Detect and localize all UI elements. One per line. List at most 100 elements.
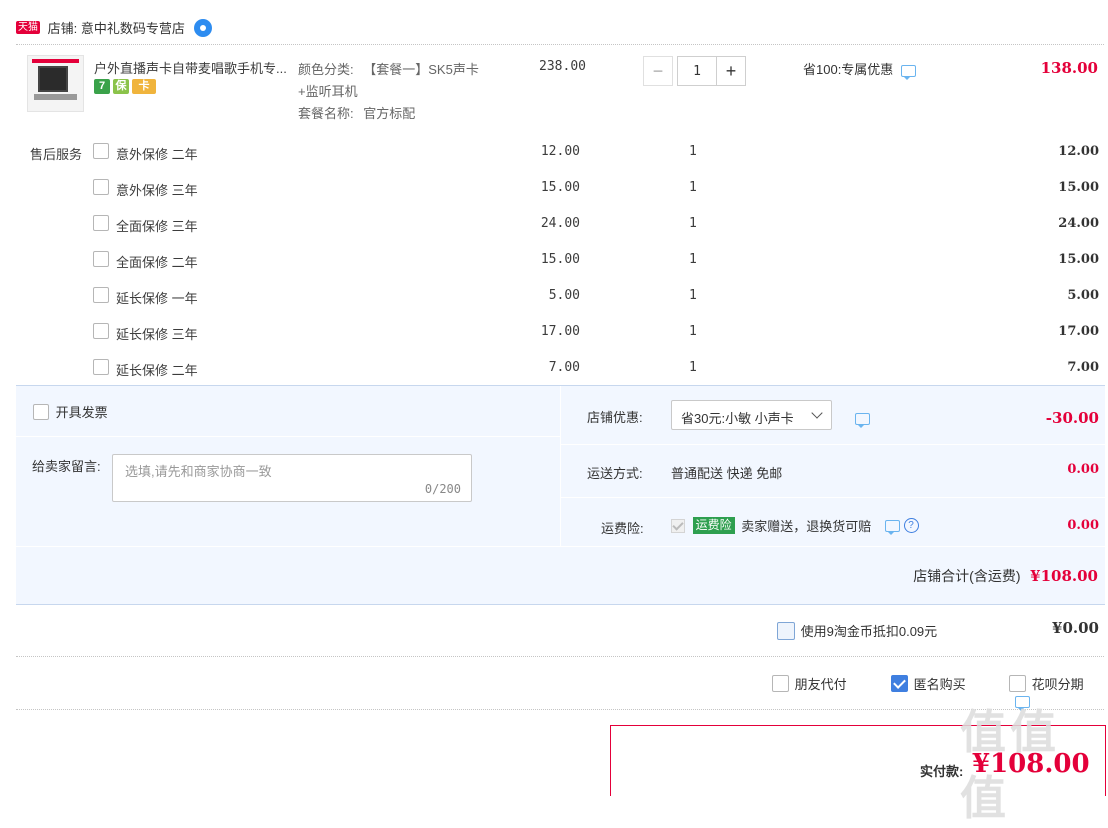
shop-discount-label: 店铺优惠:	[587, 410, 643, 425]
sku-package: 套餐名称: 官方标配	[298, 103, 415, 122]
service-row: 意外保修 三年 15.00 1 15.00	[0, 170, 1108, 206]
anonymous-checkbox[interactable]	[891, 675, 908, 692]
service-checkbox[interactable]	[93, 287, 109, 303]
friend-pay-label: 朋友代付	[794, 677, 847, 692]
sku-color: 颜色分类: 【套餐一】SK5声卡	[298, 59, 479, 78]
invoice-label: 开具发票	[55, 405, 108, 420]
freight-insurance-tag: 运费险	[692, 517, 735, 534]
discount-comment-icon[interactable]	[901, 64, 917, 80]
payment-label: 实付款:	[920, 764, 964, 779]
unit-price: 238.00	[539, 59, 586, 74]
tmall-badge: 天猫	[16, 21, 40, 34]
service-total: 7.00	[1067, 360, 1099, 375]
service-label: 意外保修 二年	[116, 147, 198, 162]
service-row: 延长保修 二年 7.00 1 7.00	[0, 350, 1108, 386]
service-checkbox[interactable]	[93, 143, 109, 159]
message-placeholder: 选填,请先和商家协商一致	[125, 464, 272, 479]
discount-text: 省100:专属优惠	[803, 62, 894, 77]
service-total: 15.00	[1058, 180, 1099, 195]
taobao-coin-label: 使用9淘金币抵扣0.09元	[800, 624, 938, 639]
shop-discount-comment-icon[interactable]	[855, 412, 870, 428]
divider	[16, 709, 1104, 710]
service-checkbox[interactable]	[93, 359, 109, 375]
shipping-label: 运送方式:	[587, 466, 643, 481]
wangwang-chat-icon[interactable]	[194, 18, 213, 37]
divider	[16, 44, 1104, 45]
invoice-option: 开具发票	[33, 402, 108, 421]
freight-insurance-checkbox	[671, 518, 685, 533]
help-icon[interactable]: ?	[903, 518, 919, 533]
product-discount: 省100:专属优惠	[803, 59, 917, 80]
service-checkbox[interactable]	[93, 323, 109, 339]
service-qty: 1	[689, 360, 697, 375]
service-total: 24.00	[1058, 216, 1099, 231]
service-label: 全面保修 三年	[116, 219, 198, 234]
freight-insurance-label: 运费险:	[601, 521, 644, 536]
guarantee-icon[interactable]: 保	[113, 79, 129, 95]
product-title-link[interactable]: 户外直播声卡自带麦唱歌手机专...	[94, 58, 294, 77]
shop-discount-selected: 省30元:小敏 小声卡	[681, 411, 794, 426]
service-total: 17.00	[1058, 324, 1099, 339]
sku-color-value-line2: +监听耳机	[298, 84, 358, 99]
credit-card-icon[interactable]: 卡	[132, 79, 156, 95]
divider	[16, 656, 1104, 657]
service-checkbox[interactable]	[93, 215, 109, 231]
seven-day-return-icon[interactable]: 7	[94, 79, 110, 95]
shop-total-label: 店铺合计(含运费)	[913, 568, 1021, 584]
service-checkbox[interactable]	[93, 251, 109, 267]
shop-name-link[interactable]: 店铺: 意中礼数码专营店	[48, 21, 185, 36]
freight-insurance-amount: 0.00	[1067, 518, 1099, 533]
service-total: 15.00	[1058, 252, 1099, 267]
service-price: 24.00	[540, 216, 580, 231]
shipping-value: 普通配送 快递 免邮	[671, 466, 783, 481]
service-label: 全面保修 二年	[116, 255, 198, 270]
service-price: 12.00	[540, 144, 580, 159]
service-row: 全面保修 三年 24.00 1 24.00	[0, 206, 1108, 242]
service-price: 5.00	[548, 288, 580, 303]
service-label: 延长保修 三年	[116, 327, 198, 342]
friend-pay-checkbox[interactable]	[772, 675, 789, 692]
service-label: 意外保修 三年	[116, 183, 198, 198]
freight-insurance-comment-icon[interactable]	[884, 519, 900, 535]
service-price: 7.00	[548, 360, 580, 375]
service-price: 15.00	[540, 252, 580, 267]
service-row: 全面保修 二年 15.00 1 15.00	[0, 242, 1108, 278]
service-checkbox[interactable]	[93, 179, 109, 195]
quantity-input[interactable]	[677, 56, 717, 86]
sku-color-label: 颜色分类:	[298, 62, 354, 77]
service-qty: 1	[689, 324, 697, 339]
shop-discount-amount: -30.00	[1045, 409, 1099, 427]
freight-insurance-info: 运费险 卖家赠送，退换货可赔 ?	[671, 516, 919, 535]
service-qty: 1	[689, 288, 697, 303]
service-label: 延长保修 一年	[116, 291, 198, 306]
product-total: 138.00	[1040, 59, 1098, 77]
shipping-amount: 0.00	[1067, 462, 1099, 477]
service-total: 5.00	[1067, 288, 1099, 303]
service-row: 延长保修 一年 5.00 1 5.00	[0, 278, 1108, 314]
chevron-down-icon	[811, 407, 823, 419]
taobao-coin-checkbox[interactable]	[777, 621, 795, 640]
service-row: 延长保修 三年 17.00 1 17.00	[0, 314, 1108, 350]
invoice-checkbox[interactable]	[33, 403, 49, 420]
service-price: 15.00	[540, 180, 580, 195]
service-total: 12.00	[1058, 144, 1099, 159]
service-label: 延长保修 二年	[116, 363, 198, 378]
shop-total-amount: ¥108.00	[1030, 567, 1098, 585]
anonymous-label: 匿名购买	[913, 677, 966, 692]
promo-icons: 7保卡	[94, 78, 159, 95]
message-label: 给卖家留言:	[32, 459, 101, 474]
service-row: 意外保修 二年 12.00 1 12.00	[0, 134, 1108, 170]
anonymous-option: 匿名购买	[891, 674, 966, 693]
huabei-checkbox[interactable]	[1009, 675, 1026, 692]
sku-package-value: 官方标配	[363, 106, 416, 121]
taobao-coin-amount: ¥0.00	[1052, 619, 1099, 637]
product-thumbnail[interactable]	[27, 55, 84, 112]
freight-insurance-value: 卖家赠送，退换货可赔	[741, 519, 872, 534]
increase-quantity-button[interactable]: +	[716, 56, 746, 86]
shop-discount-select[interactable]: 省30元:小敏 小声卡	[671, 400, 832, 430]
decrease-quantity-button[interactable]: −	[643, 56, 673, 86]
service-qty: 1	[689, 180, 697, 195]
watermark-logo: 值值值	[960, 705, 1060, 825]
seller-message-input[interactable]: 选填,请先和商家协商一致 0/200	[112, 454, 472, 502]
service-qty: 1	[689, 144, 697, 159]
